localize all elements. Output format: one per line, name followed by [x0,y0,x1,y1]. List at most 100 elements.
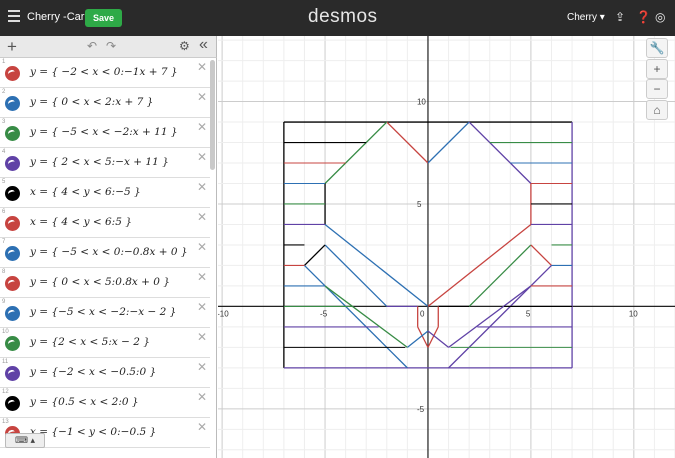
x-tick-label: 10 [629,309,638,318]
delete-expression-icon[interactable]: ✕ [197,150,207,164]
expression-number: 1 [2,59,6,65]
add-expression-icon[interactable]: + [7,37,17,57]
expression-list: 1 y = { −2 < x < 0:−1x + 7 } ✕ 2 y = { 0 < x… [0,58,217,458]
curve [468,244,532,307]
graph-toggle-icon[interactable] [5,336,20,351]
expression-row[interactable]: 9 y = {−5 < x < −2:−x − 2 } ✕ [0,298,210,328]
expression-number: 5 [2,179,6,185]
y-tick-label: -5 [417,405,425,414]
expression-input[interactable]: y = {−5 < x < −2:−x − 2 } [30,306,176,318]
delete-expression-icon[interactable]: ✕ [197,120,207,134]
delete-expression-icon[interactable]: ✕ [197,90,207,104]
delete-expression-icon[interactable]: ✕ [197,180,207,194]
expression-number: 11 [2,359,9,365]
expression-toolbar: + ↶ ↷ ⚙ « [0,36,217,58]
expression-input[interactable]: x = { 4 < y < 6:5 } [30,216,132,228]
curve [304,244,326,266]
graph-toggle-icon[interactable] [5,126,20,141]
zoom-in-button[interactable]: + [646,59,668,79]
expression-number: 13 [2,419,9,425]
expression-number: 9 [2,299,6,305]
delete-expression-icon[interactable]: ✕ [197,420,207,434]
expression-input[interactable]: x = { 4 < y < 6:−5 } [30,186,141,198]
y-tick-label: 10 [417,98,426,107]
expression-row[interactable]: 10 y = {2 < x < 5:x − 2 } ✕ [0,328,210,358]
user-menu[interactable]: Cherry ▾ [567,12,605,23]
expression-row[interactable]: 1 y = { −2 < x < 0:−1x + 7 } ✕ [0,58,210,88]
expression-row[interactable]: 11 y = {−2 < x < −0.5:0 } ✕ [0,358,210,388]
expression-number: 3 [2,119,6,125]
expression-row[interactable]: 3 y = { −5 < x < −2:x + 11 } ✕ [0,118,210,148]
delete-expression-icon[interactable]: ✕ [197,300,207,314]
expression-row[interactable]: 6 x = { 4 < y < 6:5 } ✕ [0,208,210,238]
x-tick-label: -10 [218,309,229,318]
graph-toggle-icon[interactable] [5,216,20,231]
delete-expression-icon[interactable]: ✕ [197,240,207,254]
share-icon[interactable]: ⇪ [615,10,625,24]
redo-icon[interactable]: ↷ [106,39,116,53]
graph-toggle-icon[interactable] [5,156,20,171]
expression-number: 8 [2,269,6,275]
expression-number: 12 [2,389,9,395]
graph-toggle-icon[interactable] [5,66,20,81]
expression-input[interactable]: y = {−2 < x < −0.5:0 } [30,366,156,378]
delete-expression-icon[interactable]: ✕ [197,60,207,74]
expression-number: 4 [2,149,6,155]
collapse-panel-icon[interactable]: « [199,36,208,54]
expression-row[interactable]: 8 y = { 0 < x < 5:0.8x + 0 } ✕ [0,268,210,298]
expression-input[interactable]: y = {2 < x < 5:x − 2 } [30,336,150,348]
curve [530,244,552,266]
help-icon[interactable]: ❓ [636,10,651,24]
delete-expression-icon[interactable]: ✕ [197,390,207,404]
graph-toggle-icon[interactable] [5,276,20,291]
delete-expression-icon[interactable]: ✕ [197,330,207,344]
home-icon[interactable]: ⌂ [646,100,668,120]
scrollbar[interactable] [210,60,215,170]
curve [406,330,429,348]
expression-number: 2 [2,89,6,95]
graph-toggle-icon[interactable] [5,306,20,321]
expression-row[interactable]: 12 y = {0.5 < x < 2:0 } ✕ [0,388,210,418]
expression-input[interactable]: y = { 2 < x < 5:−x + 11 } [30,156,169,168]
expression-row[interactable]: 4 y = { 2 < x < 5:−x + 11 } ✕ [0,148,210,178]
expression-input[interactable]: x = {−1 < y < 0:−0.5 } [30,426,156,438]
curve [324,121,388,184]
graph-toggle-icon[interactable] [5,96,20,111]
curve [448,264,552,369]
expression-input[interactable]: y = { −5 < x < 0:−0.8x + 0 } [30,246,188,258]
delete-expression-icon[interactable]: ✕ [197,210,207,224]
expression-input[interactable]: y = { −5 < x < −2:x + 11 } [30,126,178,138]
menu-icon[interactable] [8,10,20,22]
keyboard-toggle-icon[interactable]: ⌨ ▴ [5,433,45,448]
y-tick-label: 5 [417,200,422,209]
graph-toggle-icon[interactable] [5,366,20,381]
zoom-out-button[interactable]: − [646,79,668,99]
expression-row[interactable]: 2 y = { 0 < x < 2:x + 7 } ✕ [0,88,210,118]
x-tick-label: -5 [320,309,328,318]
delete-expression-icon[interactable]: ✕ [197,270,207,284]
graph-toggle-icon[interactable] [5,186,20,201]
expression-row[interactable]: 5 x = { 4 < y < 6:−5 } ✕ [0,178,210,208]
expression-input[interactable]: y = { −2 < x < 0:−1x + 7 } [30,66,178,78]
undo-icon[interactable]: ↶ [87,39,97,53]
expression-number: 10 [2,329,9,335]
save-button[interactable]: Save [85,9,123,27]
top-bar: Cherry -Caring Save desmos Cherry ▾ ⇪ ❓ … [0,0,675,36]
expression-input[interactable]: y = {0.5 < x < 2:0 } [30,396,139,408]
graph-toggle-icon[interactable] [5,396,20,411]
x-tick-label: 0 [420,309,425,318]
expression-row[interactable]: 7 y = { −5 < x < 0:−0.8x + 0 } ✕ [0,238,210,268]
graph-paper[interactable]: -10 -5 0 5 10 10 5 -5 [218,36,675,458]
curve [468,121,532,184]
wrench-icon[interactable]: 🔧 [646,38,668,58]
expression-input[interactable]: y = { 0 < x < 5:0.8x + 0 } [30,276,170,288]
graph-toggle-icon[interactable] [5,246,20,261]
desmos-logo: desmos [308,6,378,27]
curve [427,330,449,348]
language-icon[interactable]: ◎ [655,10,665,24]
delete-expression-icon[interactable]: ✕ [197,360,207,374]
gear-icon[interactable]: ⚙ [179,39,190,53]
expression-number: 6 [2,209,6,215]
expression-number: 7 [2,239,6,245]
expression-input[interactable]: y = { 0 < x < 2:x + 7 } [30,96,153,108]
